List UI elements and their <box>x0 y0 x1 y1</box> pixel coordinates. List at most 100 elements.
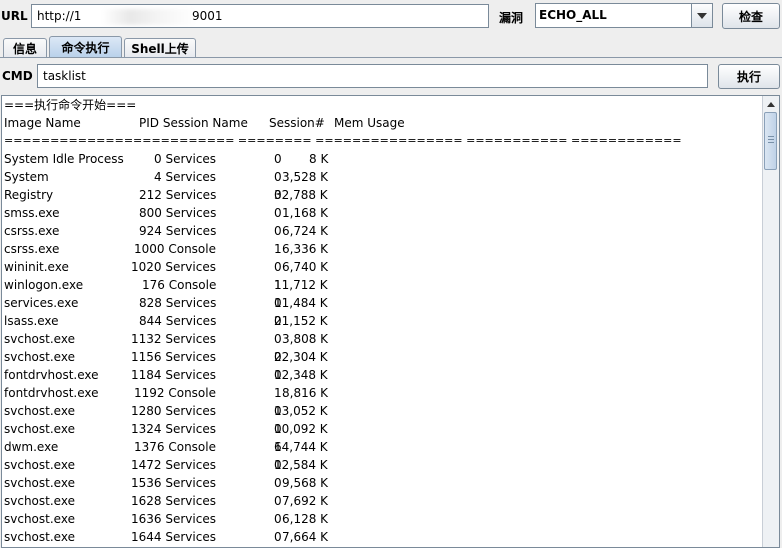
cell-image-name: fontdrvhost.exe <box>4 386 99 400</box>
output-textarea[interactable]: ===执行命令开始=== Image Name PID Session Name… <box>1 95 780 548</box>
vuln-selected-value: ECHO_ALL <box>539 8 607 22</box>
header-pid-session: PID Session Name <box>139 116 248 130</box>
cell-image-name: svchost.exe <box>4 458 75 472</box>
cmd-value: tasklist <box>43 69 86 83</box>
cell-mem-usage: 8 K <box>309 152 329 166</box>
cell-mem-usage: 6,128 K <box>282 512 329 526</box>
cell-image-name: csrss.exe <box>4 224 60 238</box>
tab-info[interactable]: 信息 <box>3 38 47 58</box>
cell-mem-usage: 32,788 K <box>274 188 328 202</box>
url-input[interactable]: http://1 9001 <box>31 4 489 28</box>
cell-image-name: System Idle Process <box>4 152 124 166</box>
table-row: svchost.exe 1280 Services 0 13,052 K <box>4 402 682 420</box>
cell-pid-session: 1192 Console <box>134 386 216 400</box>
vertical-scrollbar[interactable] <box>762 96 779 547</box>
cell-pid-session: 844 Services <box>139 314 217 328</box>
cell-session-num: 0 <box>274 170 282 184</box>
cell-image-name: svchost.exe <box>4 476 75 490</box>
cell-session-num: 1 <box>274 242 282 256</box>
toolbar: URL http://1 9001 漏洞 ECHO_ALL 检查 <box>0 0 782 32</box>
cell-image-name: svchost.exe <box>4 512 75 526</box>
header-session-num: Session# <box>269 116 325 130</box>
cell-session-num: 0 <box>274 152 282 166</box>
header-image-name: Image Name <box>4 116 81 130</box>
cmd-label: CMD <box>2 69 33 83</box>
cell-image-name: svchost.exe <box>4 350 75 364</box>
cell-pid-session: 1536 Services <box>131 476 216 490</box>
table-row: wininit.exe 1020 Services 0 6,740 K <box>4 258 682 276</box>
cell-pid-session: 1184 Services <box>131 368 216 382</box>
cell-pid-session: 1472 Services <box>131 458 216 472</box>
table-row: lsass.exe 844 Services 0 21,152 K <box>4 312 682 330</box>
tab-shell-upload[interactable]: Shell上传 <box>124 38 196 58</box>
scroll-up-button[interactable] <box>763 96 779 112</box>
cell-session-num: 0 <box>274 512 282 526</box>
table-row: svchost.exe 1628 Services 0 7,692 K <box>4 492 682 510</box>
exec-button[interactable]: 执行 <box>718 64 780 89</box>
vuln-label: 漏洞 <box>499 11 524 25</box>
cell-image-name: svchost.exe <box>4 404 75 418</box>
cell-image-name: csrss.exe <box>4 242 60 256</box>
table-row: fontdrvhost.exe 1184 Services 0 12,348 K <box>4 366 682 384</box>
cell-image-name: svchost.exe <box>4 530 75 544</box>
url-label: URL <box>1 9 28 23</box>
url-text-right: 9001 <box>192 9 223 23</box>
vuln-select[interactable]: ECHO_ALL <box>535 3 713 28</box>
cell-image-name: dwm.exe <box>4 440 59 454</box>
tab-command-exec[interactable]: 命令执行 <box>49 36 122 58</box>
table-row: services.exe 828 Services 0 11,484 K <box>4 294 682 312</box>
cell-pid-session: 1020 Services <box>131 260 216 274</box>
table-row: svchost.exe 1156 Services 0 22,304 K <box>4 348 682 366</box>
check-button[interactable]: 检查 <box>722 3 780 29</box>
cell-session-num: 0 <box>274 332 282 346</box>
cell-mem-usage: 8,816 K <box>282 386 329 400</box>
cell-mem-usage: 3,528 K <box>282 170 329 184</box>
cell-pid-session: 924 Services <box>139 224 217 238</box>
url-text-left: http://1 <box>37 9 82 23</box>
cell-session-num: 0 <box>274 206 282 220</box>
cell-image-name: svchost.exe <box>4 422 75 436</box>
grip-line <box>768 136 774 137</box>
cell-mem-usage: 22,304 K <box>274 350 328 364</box>
cell-session-num: 0 <box>274 476 282 490</box>
cell-pid-session: 800 Services <box>139 206 217 220</box>
cell-pid-session: 1324 Services <box>131 422 216 436</box>
cell-pid-session: 1376 Console <box>134 440 216 454</box>
cell-mem-usage: 6,724 K <box>282 224 329 238</box>
table-row: csrss.exe 924 Services 0 6,724 K <box>4 222 682 240</box>
table-row: svchost.exe 1644 Services 0 7,664 K <box>4 528 682 546</box>
cell-mem-usage: 6,740 K <box>282 260 329 274</box>
cell-pid-session: 212 Services <box>139 188 217 202</box>
table-row: svchost.exe 1324 Services 0 10,092 K <box>4 420 682 438</box>
cell-image-name: System <box>4 170 49 184</box>
scroll-thumb[interactable] <box>764 112 777 170</box>
cell-pid-session: 1132 Services <box>131 332 216 346</box>
cmd-input[interactable]: tasklist <box>37 64 708 88</box>
table-row: svchost.exe 1536 Services 0 9,568 K <box>4 474 682 492</box>
cell-pid-session: 828 Services <box>139 296 217 310</box>
cell-pid-session: 0 Services <box>154 152 217 166</box>
cell-mem-usage: 13,052 K <box>274 404 328 418</box>
cell-pid-session: 1644 Services <box>131 530 216 544</box>
cell-pid-session: 1000 Console <box>134 242 216 256</box>
cell-image-name: winlogon.exe <box>4 278 84 292</box>
cell-pid-session: 1280 Services <box>131 404 216 418</box>
cell-mem-usage: 7,692 K <box>282 494 329 508</box>
cell-image-name: wininit.exe <box>4 260 69 274</box>
cell-image-name: smss.exe <box>4 206 60 220</box>
table-row: svchost.exe 1636 Services 0 6,128 K <box>4 510 682 528</box>
output-start-line: ===执行命令开始=== <box>4 98 137 112</box>
table-row: fontdrvhost.exe 1192 Console 1 8,816 K <box>4 384 682 402</box>
cell-image-name: Registry <box>4 188 54 202</box>
redaction-blur <box>102 9 196 25</box>
cell-mem-usage: 6,336 K <box>282 242 329 256</box>
cell-pid-session: 176 Console <box>142 278 217 292</box>
tab-divider <box>0 57 782 58</box>
cell-mem-usage: 9,568 K <box>282 476 329 490</box>
cell-image-name: svchost.exe <box>4 332 75 346</box>
output-lines: ===执行命令开始=== Image Name PID Session Name… <box>4 96 682 546</box>
dropdown-button[interactable] <box>691 4 712 27</box>
cell-session-num: 0 <box>274 494 282 508</box>
cell-image-name: svchost.exe <box>4 494 75 508</box>
chevron-down-icon <box>697 12 707 19</box>
